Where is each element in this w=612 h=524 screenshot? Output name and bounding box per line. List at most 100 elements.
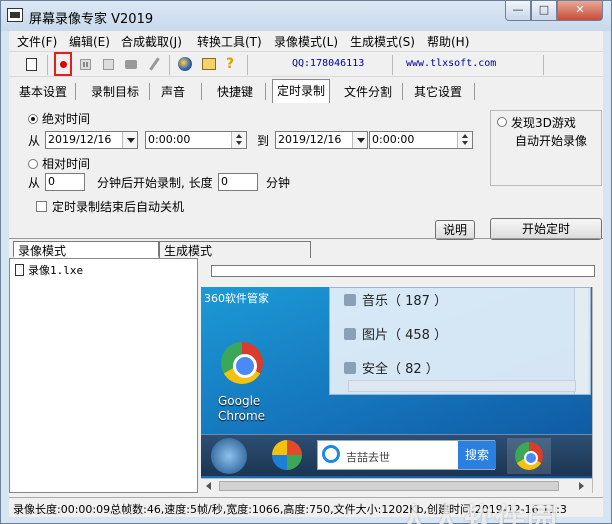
app-logo-icon	[272, 440, 302, 470]
tab-generate-mode[interactable]: 生成模式	[159, 241, 311, 258]
end-date-value: 2019/12/16	[278, 133, 342, 146]
relative-start-field[interactable]: 0	[45, 173, 85, 191]
qq-link[interactable]: QQ:178046113	[292, 58, 364, 69]
relative-start-value: 0	[48, 175, 55, 188]
app-icon	[7, 8, 23, 22]
preview-search-button: 搜索	[458, 441, 496, 469]
menu-file[interactable]: 文件(F)	[17, 31, 57, 50]
auto-shutdown-label: 定时录制结束后自动关机	[52, 200, 185, 214]
app-window: 屏幕录像专家 V2019 — □ ✕ 文件(F) 编辑(E) 合成截取(J) 转…	[0, 0, 612, 524]
new-file-button[interactable]	[22, 55, 40, 73]
tab-split[interactable]: 文件分割	[340, 81, 396, 102]
preview-scrollbar	[574, 288, 588, 394]
preview-row: 图片（ 458 ）	[344, 324, 447, 343]
minimize-button[interactable]: —	[505, 1, 531, 21]
preview-search-box: 吉喆去世 搜索	[317, 440, 496, 470]
start-time-value: 0:00:00	[148, 133, 191, 146]
preview-taskbar: 吉喆去世 搜索	[201, 434, 592, 476]
new-file-icon	[25, 57, 37, 71]
from-label: 从	[28, 134, 41, 148]
list-item[interactable]: 录像1.lxe	[28, 262, 83, 278]
record-button[interactable]	[54, 52, 72, 76]
preview-row: 安全（ 82 ）	[344, 358, 439, 377]
mode-tabs: 录像模式 生成模式	[9, 238, 603, 258]
globe-button[interactable]	[176, 55, 194, 73]
menu-convert[interactable]: 转换工具(T)	[197, 31, 262, 50]
auto-shutdown-checkbox[interactable]	[36, 201, 47, 212]
camera-icon	[125, 59, 137, 69]
file-icon	[15, 264, 24, 276]
chrome-label-line-1: Google	[218, 394, 261, 408]
tab-record-mode[interactable]: 录像模式	[13, 241, 159, 258]
spin-arrows-icon[interactable]	[457, 132, 472, 148]
game-detect-box: 发现3D游戏 自动开始录像	[490, 110, 602, 186]
client-area: 文件(F) 编辑(E) 合成截取(J) 转换工具(T) 录像模式(L) 生成模式…	[9, 31, 603, 524]
chrome-icon	[515, 442, 543, 470]
preview-row-label: 图片（ 458 ）	[362, 328, 448, 343]
settings-tabs: 基本设置 录制目标 声音 快捷键 定时录制 文件分割 其它设置	[9, 78, 603, 104]
preview-category-panel: 音乐（ 187 ） 图片（ 458 ） 安全（ 82 ）	[329, 287, 591, 395]
relative-time-label: 相对时间	[42, 157, 91, 171]
stop-button[interactable]	[99, 55, 117, 73]
menu-compose[interactable]: 合成截取(J)	[121, 31, 182, 50]
game-detect-label-1: 发现3D游戏	[511, 116, 576, 130]
menu-edit[interactable]: 编辑(E)	[69, 31, 110, 50]
tab-target[interactable]: 录制目标	[87, 81, 143, 102]
start-time-field[interactable]: 0:00:00	[145, 131, 247, 149]
preview-screen: 360软件管家 音乐（ 187 ） 图片（ 458 ） 安全（ 82 ） Goo…	[201, 287, 592, 493]
tab-sound[interactable]: 声音	[157, 81, 189, 102]
relative-time-radio[interactable]	[28, 159, 38, 169]
scroll-thumb[interactable]	[219, 481, 559, 491]
absolute-time-radio[interactable]	[28, 114, 38, 124]
tools-button[interactable]	[200, 55, 218, 73]
title-bar: 屏幕录像专家 V2019 — □ ✕	[1, 1, 611, 31]
chevron-down-icon[interactable]	[352, 132, 367, 148]
close-button[interactable]: ✕	[557, 1, 603, 21]
chrome-label-line-2: Chrome	[218, 409, 266, 423]
globe-icon	[178, 57, 192, 71]
chevron-down-icon[interactable]	[122, 132, 137, 148]
menu-help[interactable]: 帮助(H)	[427, 31, 469, 50]
watermark: 人人软件园	[399, 503, 559, 524]
relative-length-field[interactable]: 0	[218, 173, 258, 191]
brush-icon	[148, 57, 160, 71]
help-button[interactable]: ?	[221, 55, 239, 73]
preview-vertical-scrollbar[interactable]	[592, 287, 603, 493]
explain-button[interactable]: 说明	[435, 220, 475, 240]
tab-other[interactable]: 其它设置	[410, 81, 466, 102]
game-detect-radio[interactable]	[497, 117, 507, 127]
menu-record-mode[interactable]: 录像模式(L)	[274, 31, 338, 50]
record-icon	[59, 60, 67, 68]
start-timer-button[interactable]: 开始定时	[490, 218, 602, 240]
menu-generate-mode[interactable]: 生成模式(S)	[350, 31, 415, 50]
preview-search-text: 吉喆去世	[346, 451, 390, 464]
music-icon	[344, 294, 356, 306]
pause-button[interactable]	[76, 55, 94, 73]
shield-icon	[344, 362, 356, 374]
image-icon	[344, 328, 356, 340]
website-link[interactable]: www.tlxsoft.com	[406, 58, 496, 69]
brush-button[interactable]	[145, 55, 163, 73]
arrow-right-icon[interactable]	[579, 482, 584, 490]
preview-progress[interactable]	[211, 265, 595, 277]
minutes-after-label: 分钟后开始录制, 长度	[97, 176, 213, 190]
relative-from-label: 从	[28, 176, 41, 190]
end-date-picker[interactable]: 2019/12/16	[275, 131, 368, 149]
preview-horizontal-scrollbar[interactable]	[201, 478, 592, 493]
question-icon: ?	[225, 56, 235, 72]
pause-icon	[79, 58, 91, 70]
camera-button[interactable]	[122, 55, 140, 73]
spin-arrows-icon[interactable]	[231, 132, 246, 148]
tab-basic[interactable]: 基本设置	[15, 81, 71, 102]
tools-icon	[202, 58, 216, 70]
chrome-desktop-label: Google Chrome	[218, 394, 265, 424]
preview-area: 360软件管家 音乐（ 187 ） 图片（ 458 ） 安全（ 82 ） Goo…	[201, 258, 603, 493]
tab-scheduled[interactable]: 定时录制	[272, 79, 331, 103]
end-time-value: 0:00:00	[372, 133, 415, 146]
end-time-field[interactable]: 0:00:00	[369, 131, 473, 149]
preview-row-label: 安全（ 82 ）	[362, 362, 439, 377]
tab-hotkeys[interactable]: 快捷键	[213, 81, 257, 102]
start-date-picker[interactable]: 2019/12/16	[45, 131, 138, 149]
maximize-button[interactable]: □	[531, 1, 557, 21]
arrow-left-icon[interactable]	[206, 482, 211, 490]
